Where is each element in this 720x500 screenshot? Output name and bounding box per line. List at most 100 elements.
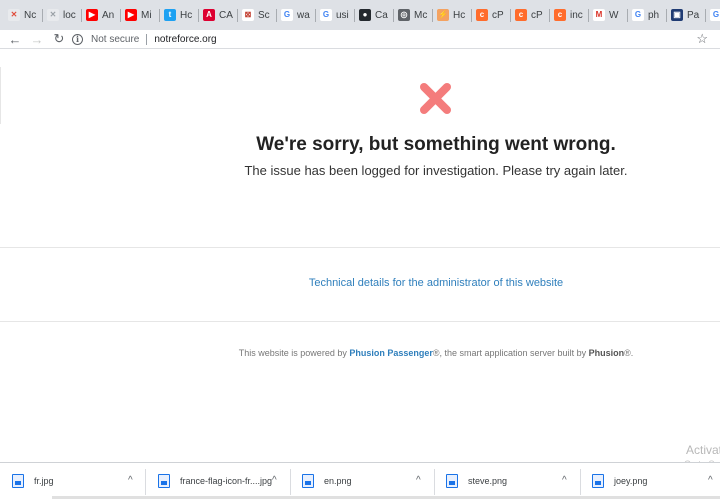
omnibox-divider xyxy=(146,34,148,45)
info-icon[interactable]: i xyxy=(72,34,83,45)
address-bar[interactable]: i Not secure notreforce.org xyxy=(72,32,217,47)
tab-favicon-icon: G xyxy=(710,9,720,21)
powered-by-suffix: ®. xyxy=(624,348,634,358)
tab-favicon-icon: c xyxy=(515,9,527,21)
forward-button[interactable]: → xyxy=(26,30,48,49)
browser-tab[interactable]: Gusi xyxy=(316,0,355,30)
phusion-passenger-link[interactable]: Phusion Passenger xyxy=(349,348,433,358)
browser-tab[interactable]: Gwa xyxy=(277,0,316,30)
download-filename: steve.png xyxy=(468,476,508,486)
download-separator xyxy=(290,469,291,495)
powered-by-prefix: This website is powered by xyxy=(238,348,350,358)
download-item[interactable]: en.png xyxy=(302,469,352,493)
downloads-bar: fr.jpg ^ france-flag-icon-fr....jpg ^ en.png… xyxy=(0,462,720,500)
download-filename: fr.jpg xyxy=(34,476,54,486)
tab-title: Hc xyxy=(453,9,466,21)
tab-favicon-icon: ▣ xyxy=(671,9,683,21)
tab-title: usi xyxy=(336,9,349,21)
download-item[interactable]: joey.png xyxy=(592,469,647,493)
tab-favicon-icon: ⊠ xyxy=(242,9,254,21)
tab-title: cP xyxy=(492,9,504,21)
page-divider xyxy=(0,67,1,124)
browser-tab[interactable]: Gfor xyxy=(706,0,720,30)
browser-tab[interactable]: ✕ Nc xyxy=(4,0,43,30)
browser-toolbar: ← → ↻ i Not secure notreforce.org ☆ xyxy=(0,30,720,49)
bottom-scroll-track xyxy=(52,496,720,499)
browser-tab[interactable]: MW xyxy=(589,0,628,30)
download-filename: en.png xyxy=(324,476,352,486)
powered-by-middle: ®, the smart application server built by xyxy=(432,348,589,358)
tab-title: Ca xyxy=(375,9,388,21)
browser-tab[interactable]: ▶ Mi xyxy=(121,0,160,30)
error-x-icon xyxy=(420,83,451,114)
browser-tab[interactable]: ● Ca xyxy=(355,0,394,30)
browser-tab[interactable]: ⊠ Sc xyxy=(238,0,277,30)
browser-tab[interactable]: c cP xyxy=(511,0,550,30)
powered-by-footer: This website is powered by Phusion Passe… xyxy=(0,348,720,358)
divider xyxy=(0,247,720,248)
browser-tab[interactable]: Gph xyxy=(628,0,667,30)
tab-favicon-icon: c xyxy=(554,9,566,21)
tab-title: Mc xyxy=(414,9,428,21)
download-item[interactable]: france-flag-icon-fr....jpg xyxy=(158,469,272,493)
tab-title: ph xyxy=(648,9,660,21)
tab-favicon-icon: A xyxy=(203,9,215,21)
back-button[interactable]: ← xyxy=(4,30,26,49)
browser-tab[interactable]: c cP xyxy=(472,0,511,30)
browser-tab[interactable]: A CA xyxy=(199,0,238,30)
tab-favicon-icon: ◎ xyxy=(398,9,410,21)
tab-title: An xyxy=(102,9,115,21)
browser-tab[interactable]: ▣ Pa xyxy=(667,0,706,30)
tab-title: loc xyxy=(63,9,76,21)
bookmark-star-icon[interactable]: ☆ xyxy=(696,31,708,47)
reload-icon: ↻ xyxy=(53,31,65,46)
browser-tab[interactable]: c inc xyxy=(550,0,589,30)
error-message: The issue has been logged for investigat… xyxy=(244,163,628,178)
phusion-company: Phusion xyxy=(588,348,625,358)
download-filename: joey.png xyxy=(614,476,648,486)
tab-strip: ✕ Nc ✕ loc ▶ An ▶ Mi t Hc A CA ⊠ Sc Gwa Gusi ● Ca ◎ Mc ⚡ Hc c c… xyxy=(0,0,720,30)
tab-title: inc xyxy=(570,9,583,21)
browser-window: ✕ Nc ✕ loc ▶ An ▶ Mi t Hc A CA ⊠ Sc Gwa Gusi ● Ca ◎ Mc ⚡ Hc c c… xyxy=(0,0,720,500)
download-menu-chevron-icon[interactable]: ^ xyxy=(128,469,133,493)
error-x-mark xyxy=(420,83,451,114)
reload-button[interactable]: ↻ xyxy=(48,30,70,49)
tab-favicon-icon: ▶ xyxy=(125,9,137,21)
back-arrow-icon: ← xyxy=(8,31,22,47)
tab-title: cP xyxy=(531,9,543,21)
tab-favicon-icon: t xyxy=(164,9,176,21)
tab-title: CA xyxy=(219,9,233,21)
tab-title: Hc xyxy=(180,9,193,21)
browser-tab[interactable]: ✕ loc xyxy=(43,0,82,30)
download-menu-chevron-icon[interactable]: ^ xyxy=(416,469,421,493)
browser-tab[interactable]: ◎ Mc xyxy=(394,0,433,30)
download-menu-chevron-icon[interactable]: ^ xyxy=(708,469,713,493)
url-text[interactable]: notreforce.org xyxy=(154,34,216,45)
tab-favicon-icon: ✕ xyxy=(47,9,59,21)
browser-tab[interactable]: t Hc xyxy=(160,0,199,30)
tab-favicon-icon: G xyxy=(320,9,332,21)
page-content: We're sorry, but something went wrong. T… xyxy=(0,49,720,469)
download-menu-chevron-icon[interactable]: ^ xyxy=(272,469,277,493)
tab-title: Mi xyxy=(141,9,152,21)
download-item[interactable]: steve.png xyxy=(446,469,507,493)
download-filename: france-flag-icon-fr....jpg xyxy=(180,476,273,486)
technical-details-link[interactable]: Technical details for the administrator … xyxy=(0,277,720,289)
browser-tab[interactable]: ⚡ Hc xyxy=(433,0,472,30)
download-item[interactable]: fr.jpg xyxy=(12,469,54,493)
tab-title: W xyxy=(609,9,619,21)
image-file-icon xyxy=(158,474,170,488)
image-file-icon xyxy=(592,474,604,488)
tab-favicon-icon: ▶ xyxy=(86,9,98,21)
tab-favicon-icon: G xyxy=(281,9,293,21)
download-menu-chevron-icon[interactable]: ^ xyxy=(562,469,567,493)
security-label[interactable]: Not secure xyxy=(91,34,139,45)
tab-title: wa xyxy=(297,9,310,21)
tab-favicon-icon: M xyxy=(593,9,605,21)
browser-tab[interactable]: ▶ An xyxy=(82,0,121,30)
tab-title: Sc xyxy=(258,9,270,21)
download-separator xyxy=(580,469,581,495)
download-separator xyxy=(434,469,435,495)
tab-favicon-icon: ⚡ xyxy=(437,9,449,21)
image-file-icon xyxy=(12,474,24,488)
